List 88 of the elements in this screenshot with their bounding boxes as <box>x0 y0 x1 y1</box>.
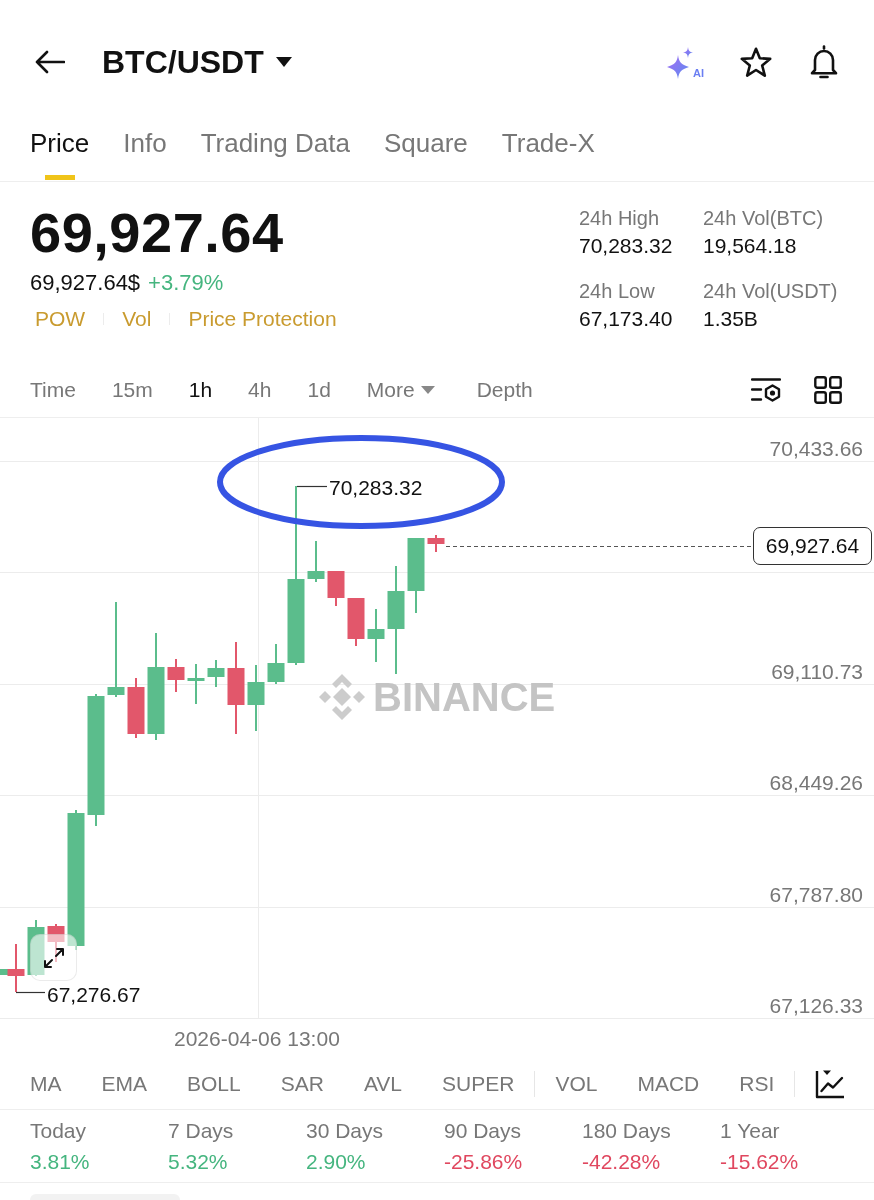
info-tag[interactable]: Vol <box>122 306 152 332</box>
interval-tab[interactable]: More <box>366 376 435 403</box>
period-change: -25.86% <box>444 1148 524 1175</box>
indicator-tab[interactable]: SAR <box>280 1070 324 1097</box>
period-change: 2.90% <box>306 1148 367 1175</box>
period-label: 90 Days <box>444 1117 523 1144</box>
falling-candle <box>427 535 445 552</box>
period-change: 3.81% <box>30 1148 91 1175</box>
expand-button[interactable] <box>30 934 77 981</box>
diamond-logo-icon <box>319 674 365 720</box>
tab[interactable]: Trading Data <box>200 124 350 181</box>
falling-candle <box>127 678 145 738</box>
rising-candle <box>247 665 265 731</box>
price-axis-label: 68,449.26 <box>769 771 863 794</box>
stat-value: 19,564.18 <box>703 233 798 259</box>
info-tag[interactable]: Price Protection <box>188 306 337 332</box>
period-label: 30 Days <box>306 1117 385 1144</box>
interval-tab[interactable]: 15m <box>111 376 153 403</box>
period-label: Today <box>30 1117 88 1144</box>
period-label: 7 Days <box>168 1117 235 1144</box>
pair-selector[interactable]: BTC/USDT <box>102 43 292 81</box>
last-price-tag: 69,927.64 <box>753 527 872 565</box>
high-price-label: 70,283.32 <box>329 475 423 499</box>
stat-label: 24h Vol(BTC) <box>703 206 825 231</box>
stat-label: 24h High <box>579 206 661 231</box>
last-price: 69,927.64 <box>30 201 285 265</box>
interval-tab[interactable]: Time <box>30 376 76 403</box>
price-axis-label: 67,787.80 <box>769 883 863 906</box>
stat-value: 67,173.40 <box>579 306 674 332</box>
indicator-tab[interactable]: SUPER <box>442 1070 515 1097</box>
falling-candle <box>167 659 185 692</box>
falling-candle <box>327 571 345 606</box>
rising-candle <box>307 541 325 582</box>
stat-value: 1.35B <box>703 306 759 332</box>
interval-tab[interactable]: 4h <box>248 376 272 403</box>
sparkle-icon <box>667 47 693 79</box>
rising-candle <box>207 660 225 687</box>
back-arrow-icon[interactable] <box>35 50 65 74</box>
leader-line <box>15 991 46 994</box>
tab[interactable]: Info <box>123 124 167 181</box>
caret-down-icon <box>275 57 292 67</box>
rising-candle <box>27 920 45 976</box>
indicator-tab[interactable]: RSI <box>739 1070 775 1097</box>
indicator-tab[interactable]: BOLL <box>187 1070 241 1097</box>
period-change: -15.62% <box>720 1148 800 1175</box>
info-tag[interactable]: POW <box>35 306 86 332</box>
price-change: +3.79% <box>148 270 224 296</box>
rising-candle <box>367 609 385 662</box>
low-price-label: 67,276.67 <box>47 983 141 1006</box>
period-label: 180 Days <box>582 1117 672 1144</box>
grid-icon[interactable] <box>814 375 842 404</box>
period-label: 1 Year <box>720 1117 781 1144</box>
indicator-tab[interactable]: EMA <box>101 1070 147 1097</box>
rising-candle <box>187 664 205 704</box>
price-axis-label: 67,126.33 <box>769 994 863 1017</box>
line-chart-icon[interactable] <box>815 1068 846 1099</box>
tab[interactable]: Price <box>30 124 90 181</box>
falling-candle <box>47 924 65 962</box>
watermark-text: BINANCE <box>373 675 556 719</box>
leader-line <box>296 485 328 488</box>
ai-assistant-button[interactable]: AI <box>667 45 704 79</box>
tab[interactable]: Trade-X <box>501 124 595 181</box>
interval-tab[interactable]: Depth <box>476 376 533 403</box>
interval-tab[interactable]: 1d <box>307 376 331 403</box>
stat-label: 24h Low <box>579 279 656 304</box>
rising-candle <box>267 644 285 684</box>
falling-candle <box>7 944 25 992</box>
bell-icon[interactable] <box>808 45 840 79</box>
tab[interactable]: Square <box>383 124 468 181</box>
period-change: 5.32% <box>168 1148 229 1175</box>
price-axis-label: 70,433.66 <box>769 437 863 460</box>
chart-settings-icon[interactable] <box>751 376 781 403</box>
stat-value: 70,283.32 <box>579 233 674 259</box>
star-icon[interactable] <box>740 46 772 78</box>
stat-label: 24h Vol(USDT) <box>703 279 839 304</box>
falling-candle <box>347 598 365 646</box>
expand-icon <box>42 946 65 969</box>
indicator-tab[interactable]: VOL <box>555 1070 598 1097</box>
rising-candle <box>0 969 8 975</box>
usd-price: 69,927.64$ <box>30 270 141 296</box>
indicator-tab[interactable]: AVL <box>363 1070 403 1097</box>
period-change: -42.28% <box>582 1148 662 1175</box>
price-axis-label: 69,110.73 <box>771 660 863 683</box>
interval-tab[interactable]: 1h <box>188 376 213 403</box>
caret-down-icon <box>420 385 435 394</box>
time-axis-label: 2026-04-06 13:00 <box>174 1026 340 1051</box>
indicator-tab[interactable]: MACD <box>637 1070 700 1097</box>
indicator-tab[interactable]: MA <box>30 1070 62 1097</box>
